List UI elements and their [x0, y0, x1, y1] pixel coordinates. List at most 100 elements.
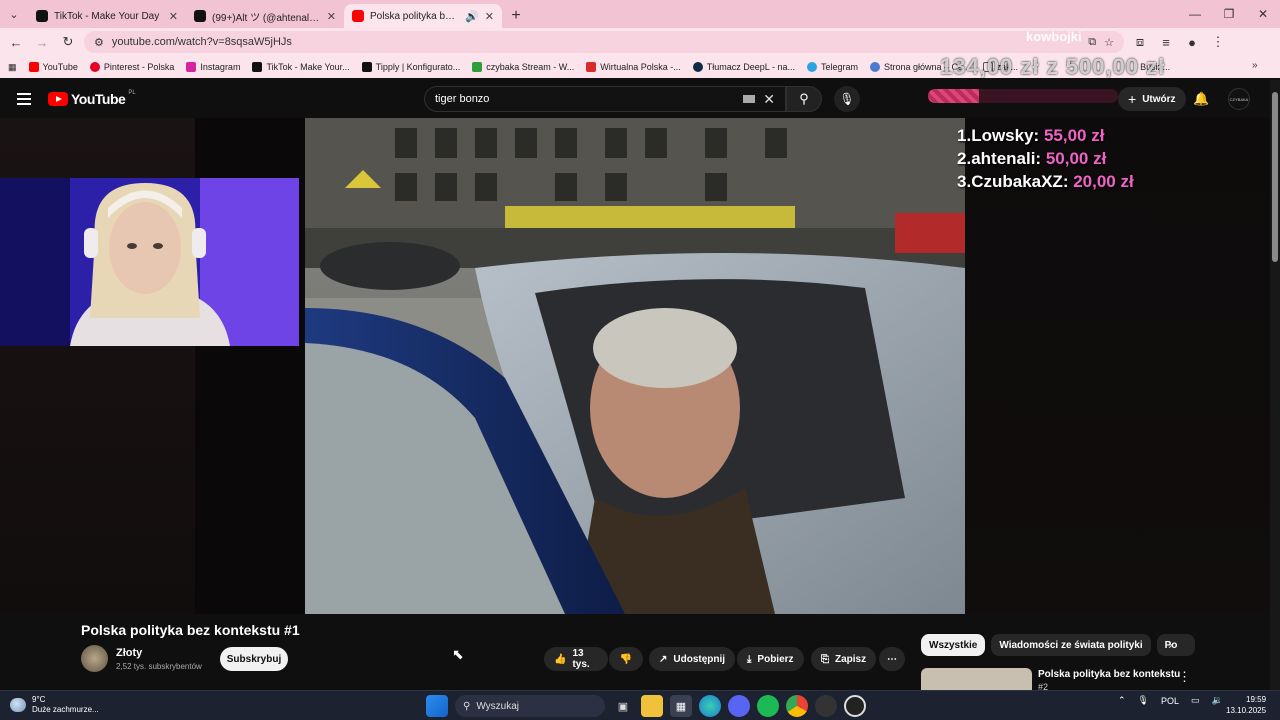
- recommended-video-thumbnail[interactable]: [921, 668, 1032, 690]
- like-button[interactable]: 👍 13 tys.: [544, 647, 608, 671]
- close-window-icon[interactable]: ✕: [1246, 0, 1280, 28]
- bookmark-deepl[interactable]: Tłumacz DeepL - na...: [692, 62, 795, 72]
- dislike-button[interactable]: 👎: [609, 647, 643, 671]
- chrome-icon[interactable]: [786, 695, 808, 717]
- install-icon[interactable]: ⧉: [1088, 36, 1096, 49]
- youtube-icon: [28, 62, 39, 72]
- file-explorer-icon[interactable]: [641, 695, 663, 717]
- donation-goal-fill: [928, 89, 979, 103]
- media-control-icon[interactable]: ≡: [1156, 32, 1176, 52]
- network-icon[interactable]: ▭: [1191, 695, 1200, 706]
- save-button[interactable]: ⎘ Zapisz: [811, 647, 877, 671]
- bookmark-instagram[interactable]: Instagram: [186, 62, 240, 72]
- keyboard-icon[interactable]: [743, 95, 756, 103]
- download-label: Pobierz: [757, 653, 794, 665]
- notifications-bell-icon[interactable]: 🔔: [1193, 91, 1209, 107]
- youtube-logo[interactable]: YouTube PL: [48, 90, 136, 107]
- address-bar[interactable]: ⚙ youtube.com/watch?v=8sqsaW5jHJs ⧉ ☆: [84, 31, 1124, 53]
- task-view-icon[interactable]: ▣: [612, 695, 634, 717]
- clock[interactable]: 19:59 13.10.2025: [1226, 694, 1266, 716]
- browser-toolbar: ← → ↻ ⚙ youtube.com/watch?v=8sqsaW5jHJs …: [0, 28, 1280, 56]
- cloud-icon: [10, 698, 26, 712]
- bookmark-kick[interactable]: czybaka Stream - W...: [472, 62, 574, 72]
- more-vertical-icon[interactable]: ⋮: [1178, 669, 1191, 685]
- youtube-wordmark: YouTube: [71, 91, 126, 107]
- restore-icon[interactable]: ❐: [1212, 0, 1246, 28]
- browser-tab-active[interactable]: Polska polityka bez kontekstu 🔊 ✕: [344, 4, 502, 28]
- bookmark-pinterest[interactable]: Pinterest - Polska: [89, 62, 174, 72]
- close-icon[interactable]: ✕: [169, 10, 178, 23]
- browser-tab[interactable]: (99+)Alt ツ (@ahtenali) | TikTok ✕: [186, 4, 344, 28]
- spotify-icon[interactable]: [757, 695, 779, 717]
- clear-search-icon[interactable]: ✕: [763, 91, 775, 108]
- microphone-icon[interactable]: 🎙: [1138, 695, 1149, 706]
- new-tab-button[interactable]: +: [502, 4, 530, 28]
- close-icon[interactable]: ✕: [327, 10, 336, 23]
- tab-search-dropdown-icon[interactable]: ⌄: [0, 0, 28, 28]
- subscribe-button[interactable]: Subskrybuj: [220, 647, 288, 671]
- account-avatar[interactable]: CZYBAKA: [1228, 88, 1250, 110]
- edge-icon[interactable]: [699, 695, 721, 717]
- share-button[interactable]: ↗ Udostępnij: [649, 647, 736, 671]
- app-icon[interactable]: [844, 695, 866, 717]
- instagram-icon: [186, 62, 197, 72]
- bookmark-youtube[interactable]: YouTube: [28, 62, 78, 72]
- channel-name[interactable]: Złoty: [116, 647, 142, 659]
- search-icon: ⚲: [799, 91, 809, 106]
- store-icon[interactable]: ▦: [670, 695, 692, 717]
- taskbar: 9°C Duże zachmurze... ⚲ Wyszukaj ▣ ▦ ⌃ 🎙…: [0, 690, 1280, 720]
- date: 13.10.2025: [1226, 706, 1267, 715]
- extensions-icon[interactable]: ⧈: [1130, 32, 1150, 52]
- donation-goal-text: 134,00 zł z 500,00 zł: [940, 54, 1166, 79]
- windows-start-icon[interactable]: [426, 695, 448, 717]
- chip-politics-news[interactable]: Wiadomości ze świata polityki: [991, 634, 1151, 656]
- more-actions-button[interactable]: ⋯: [879, 647, 905, 671]
- menu-icon[interactable]: ⋮: [1208, 32, 1228, 52]
- browser-tab[interactable]: TikTok - Make Your Day ✕: [28, 4, 186, 28]
- video-player[interactable]: 1.Lowsky: 55,00 zł 2.ahtenali: 50,00 zł …: [0, 118, 1270, 614]
- page-scrollbar[interactable]: [1270, 80, 1280, 690]
- bookmark-tipply[interactable]: Tipply | Konfigurato...: [361, 62, 460, 72]
- volume-icon[interactable]: 🔉: [1212, 695, 1223, 706]
- profile-icon[interactable]: ●: [1182, 32, 1202, 52]
- bookmark-wp[interactable]: Wirtualna Polska -...: [586, 62, 681, 72]
- create-button[interactable]: + Utwórz: [1118, 87, 1186, 111]
- taskbar-search[interactable]: ⚲ Wyszukaj: [455, 695, 605, 717]
- tiktok-icon: [194, 10, 206, 22]
- speaker-icon[interactable]: 🔊: [465, 10, 479, 23]
- leaderboard-entry: 2.ahtenali: 50,00 zł: [957, 149, 1107, 168]
- recommended-video-title[interactable]: Polska polityka bez kontekstu: [1038, 669, 1180, 680]
- site-info-icon[interactable]: ⚙: [94, 36, 104, 49]
- apps-icon[interactable]: ▦: [8, 62, 17, 73]
- bookmark-tiktok[interactable]: TikTok - Make Your...: [252, 62, 350, 72]
- channel-avatar[interactable]: [81, 645, 108, 672]
- share-label: Udostępnij: [673, 653, 726, 665]
- bookmark-telegram[interactable]: Telegram: [806, 62, 858, 72]
- chip-more[interactable]: Po: [1156, 634, 1195, 656]
- search-button[interactable]: ⚲: [786, 86, 822, 112]
- minimize-icon[interactable]: —: [1178, 0, 1212, 28]
- back-icon[interactable]: ←: [6, 32, 26, 52]
- scrollbar-thumb[interactable]: [1272, 92, 1278, 262]
- chip-all[interactable]: Wszystkie: [921, 634, 986, 656]
- discord-icon[interactable]: [728, 695, 750, 717]
- chevron-up-icon[interactable]: ⌃: [1118, 695, 1126, 706]
- bookmark-star-icon[interactable]: ☆: [1104, 36, 1114, 49]
- weather-widget[interactable]: 9°C Duże zachmurze...: [10, 695, 99, 715]
- search-input[interactable]: tiger bonzo ✕: [424, 86, 786, 112]
- forward-icon[interactable]: →: [32, 32, 52, 52]
- menu-hamburger-icon[interactable]: [17, 93, 31, 105]
- video-frame[interactable]: [305, 118, 965, 614]
- kick-icon: [472, 62, 483, 72]
- video-still-image: [305, 118, 965, 614]
- thumbs-up-icon: 👍: [554, 653, 567, 665]
- download-button[interactable]: ⤓ Pobierz: [737, 647, 804, 671]
- bookmarks-overflow-icon[interactable]: »: [1252, 60, 1258, 71]
- bookmark-icon: ⎘: [821, 653, 829, 665]
- reload-icon[interactable]: ↻: [58, 32, 78, 52]
- chevron-right-icon[interactable]: ›: [1168, 636, 1173, 652]
- language-indicator[interactable]: POL: [1161, 696, 1179, 706]
- voice-search-button[interactable]: 🎙: [834, 86, 860, 112]
- close-icon[interactable]: ✕: [485, 10, 494, 23]
- obs-icon[interactable]: [815, 695, 837, 717]
